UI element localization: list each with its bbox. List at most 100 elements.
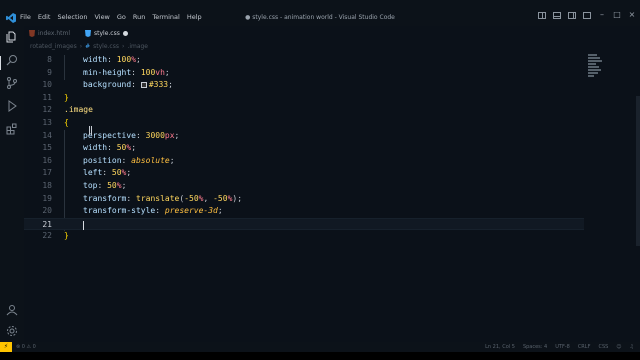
tab-bar: index.html style.css bbox=[24, 26, 640, 41]
encoding[interactable]: UTF-8 bbox=[555, 344, 570, 350]
code-line[interactable]: 20 transform-style: preserve-3d; bbox=[24, 205, 584, 218]
maximize-icon[interactable]: □ bbox=[613, 11, 621, 19]
code-text: } bbox=[64, 230, 69, 243]
code-text: min-height: 100vh; bbox=[83, 67, 170, 80]
remote-icon[interactable]: ⚡ bbox=[0, 342, 12, 352]
code-line[interactable]: 9 min-height: 100vh; bbox=[24, 67, 584, 80]
status-right: Ln 21, Col 5 Spaces: 4 UTF-8 CRLF CSS ☺ … bbox=[485, 344, 634, 350]
css-property: width bbox=[83, 143, 108, 153]
tab-label: style.css bbox=[94, 30, 120, 37]
end-of-line[interactable]: CRLF bbox=[578, 344, 591, 350]
css-keyword: absolute bbox=[131, 155, 170, 165]
code-token: } bbox=[64, 92, 69, 102]
minimap-line bbox=[588, 60, 602, 62]
code-token: { bbox=[64, 118, 69, 127]
minimap-line bbox=[588, 72, 598, 74]
problems-indicator[interactable]: ⊗ 0 ⚠ 0 bbox=[16, 344, 36, 350]
code-line[interactable]: 15 width: 50%; bbox=[24, 142, 584, 155]
punctuation: ; bbox=[136, 55, 141, 64]
settings-gear-icon[interactable] bbox=[6, 325, 18, 337]
code-line[interactable]: 16 position: absolute; bbox=[24, 155, 584, 168]
code-text: position: absolute; bbox=[83, 155, 175, 168]
code-line[interactable]: 21 bbox=[24, 217, 584, 231]
css-property: width bbox=[83, 55, 108, 64]
breadcrumb-symbol[interactable]: .image bbox=[127, 42, 148, 52]
punctuation: : bbox=[97, 181, 108, 190]
indentation[interactable]: Spaces: 4 bbox=[523, 344, 547, 350]
code-text: { bbox=[64, 117, 69, 130]
language-mode[interactable]: CSS bbox=[598, 344, 608, 350]
punctuation: , bbox=[203, 193, 214, 203]
punctuation: : bbox=[155, 206, 165, 216]
cursor-position[interactable]: Ln 21, Col 5 bbox=[485, 344, 515, 350]
code-line[interactable]: 11} bbox=[24, 92, 584, 105]
code-line[interactable]: 18 top: 50%; bbox=[24, 180, 584, 193]
code-text: left: 50%; bbox=[83, 167, 131, 180]
css-property: top bbox=[83, 181, 98, 190]
css-property: position bbox=[83, 155, 122, 165]
text-caret bbox=[83, 220, 84, 230]
css-property: left bbox=[83, 168, 103, 178]
extensions-icon[interactable] bbox=[6, 123, 18, 135]
punctuation: : bbox=[131, 67, 141, 77]
punctuation: ; bbox=[237, 193, 243, 203]
code-text: perspective: 3000px; bbox=[83, 130, 179, 143]
code-editor[interactable]: 8 width: 100%; 9 min-height: 100vh; 10 backgr… bbox=[24, 54, 630, 342]
feedback-icon[interactable]: ☺ bbox=[616, 344, 621, 350]
tab-style-css[interactable]: style.css bbox=[80, 26, 132, 41]
css-unit: vh bbox=[155, 67, 165, 77]
status-bar: ⚡ ⊗ 0 ⚠ 0 Ln 21, Col 5 Spaces: 4 UTF-8 C… bbox=[0, 342, 640, 352]
unsaved-dot-icon[interactable] bbox=[123, 31, 128, 36]
code-line[interactable]: 14 perspective: 3000px; bbox=[24, 130, 584, 143]
breadcrumb-separator: › bbox=[122, 43, 125, 50]
toggle-secondary-sidebar-icon[interactable] bbox=[568, 11, 576, 19]
breadcrumb: rotated_images › # style.css › .image bbox=[30, 42, 148, 52]
code-line[interactable]: 12 .image bbox=[24, 104, 584, 117]
tab-index-html[interactable]: index.html bbox=[24, 26, 78, 41]
code-line[interactable]: 22} bbox=[24, 230, 584, 243]
explorer-icon[interactable] bbox=[6, 31, 18, 43]
source-control-icon[interactable] bbox=[6, 77, 18, 89]
code-text: .image bbox=[64, 104, 93, 117]
vertical-scrollbar[interactable] bbox=[636, 96, 640, 246]
notifications-bell-icon[interactable]: ♫ bbox=[630, 344, 634, 350]
toggle-panel-icon[interactable] bbox=[553, 11, 561, 19]
breadcrumb-folder[interactable]: rotated_images bbox=[30, 42, 77, 52]
css3-icon bbox=[85, 30, 91, 37]
line-number: 11 bbox=[42, 92, 52, 102]
tab-label: index.html bbox=[38, 30, 70, 37]
punctuation: : bbox=[126, 193, 136, 203]
active-indicator bbox=[0, 56, 1, 70]
html5-icon bbox=[29, 30, 35, 37]
minimap[interactable] bbox=[588, 54, 628, 78]
css-number: 50 bbox=[116, 143, 127, 153]
customize-layout-icon[interactable] bbox=[583, 11, 591, 19]
punctuation: ; bbox=[126, 168, 132, 178]
minimap-line bbox=[588, 63, 596, 65]
css-keyword: preserve-3d bbox=[164, 206, 218, 216]
close-icon[interactable]: × bbox=[628, 11, 636, 19]
breadcrumb-file[interactable]: style.css bbox=[93, 42, 119, 52]
search-icon[interactable] bbox=[6, 54, 18, 66]
css-property: min-height bbox=[83, 67, 132, 77]
run-debug-icon[interactable] bbox=[6, 100, 18, 112]
code-line[interactable]: 19 transform: translate(-50%, -50%); bbox=[24, 193, 584, 206]
line-number: 19 bbox=[42, 193, 52, 203]
minimap-line bbox=[588, 54, 597, 56]
line-number: 12 bbox=[42, 105, 52, 115]
minimap-line bbox=[588, 69, 601, 71]
code-text: top: 50%; bbox=[83, 180, 126, 193]
text-cursor-icon bbox=[89, 126, 92, 135]
code-line[interactable]: 17 left: 50%; bbox=[24, 167, 584, 180]
line-number: 9 bbox=[47, 67, 52, 77]
minimize-icon[interactable]: – bbox=[598, 11, 606, 19]
code-line[interactable]: 10 background: #333; bbox=[24, 79, 584, 92]
color-swatch-icon[interactable] bbox=[140, 82, 147, 89]
code-text: width: 100%; bbox=[83, 54, 141, 67]
css-function: translate bbox=[136, 193, 180, 203]
code-line[interactable]: 8 width: 100%; bbox=[24, 54, 584, 67]
css-number: 100 bbox=[140, 67, 156, 77]
account-icon[interactable] bbox=[6, 304, 18, 316]
toggle-sidebar-icon[interactable] bbox=[538, 11, 546, 19]
code-line[interactable]: 13 { bbox=[24, 117, 584, 130]
